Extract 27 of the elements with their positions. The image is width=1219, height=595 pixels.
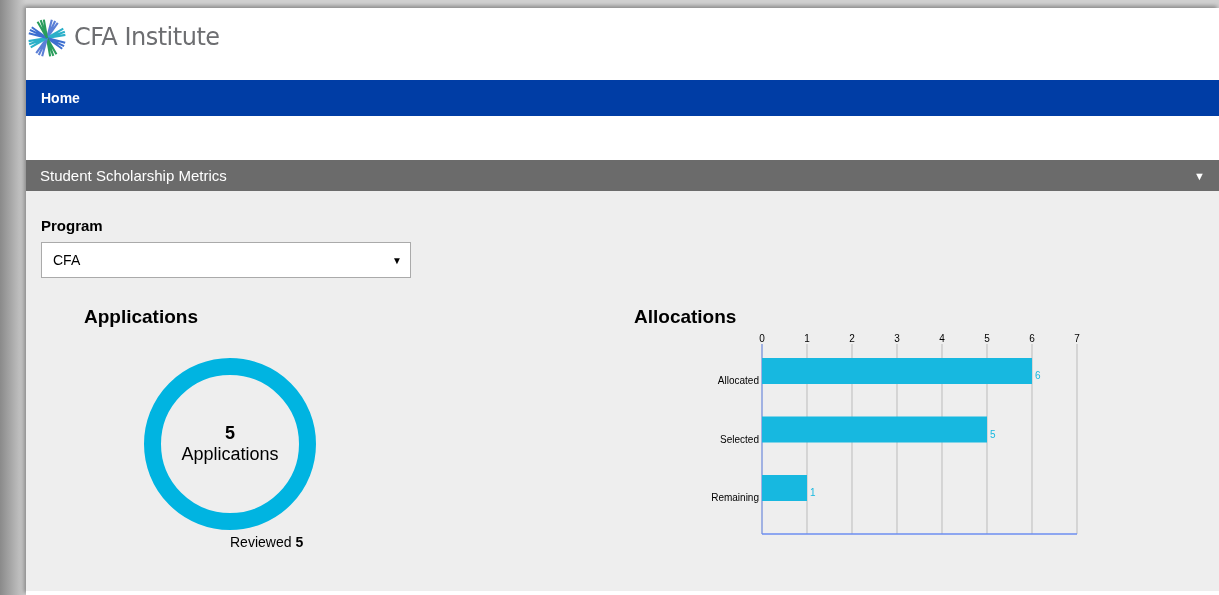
- axis-tick-label: 5: [984, 333, 990, 344]
- section-title: Allocations: [634, 306, 738, 328]
- category-label: Remaining: [711, 492, 759, 503]
- axis-tick-label: 7: [1074, 333, 1080, 344]
- axis-tick-label: 4: [939, 333, 945, 344]
- axis-tick-label: 3: [894, 333, 900, 344]
- section-title: Applications: [84, 306, 199, 328]
- logo-text: CFA Institute: [74, 23, 220, 51]
- count-value: 5: [225, 423, 235, 444]
- axis-tick-label: 0: [759, 333, 765, 344]
- reviewed-text: Reviewed 5: [230, 534, 305, 550]
- axis-tick-label: 1: [804, 333, 810, 344]
- collapse-toggle[interactable]: ▼: [1194, 169, 1205, 182]
- count-label: Applications: [181, 444, 279, 465]
- category-label: Allocated: [717, 375, 759, 386]
- field-label: Program: [41, 216, 104, 234]
- program-dropdown[interactable]: CFA ▼: [41, 242, 411, 278]
- category-label: Selected: [720, 433, 759, 445]
- axis-tick-label: 6: [1029, 333, 1035, 344]
- panel-title: Student Scholarship Metrics: [40, 167, 227, 184]
- data-label: 5: [990, 428, 996, 440]
- bar: [762, 475, 807, 501]
- data-label: 1: [810, 487, 816, 498]
- nav-link[interactable]: Home: [41, 90, 80, 106]
- axis-tick-label: 2: [849, 333, 855, 344]
- logo-icon: [26, 17, 68, 59]
- data-label: 6: [1035, 370, 1041, 381]
